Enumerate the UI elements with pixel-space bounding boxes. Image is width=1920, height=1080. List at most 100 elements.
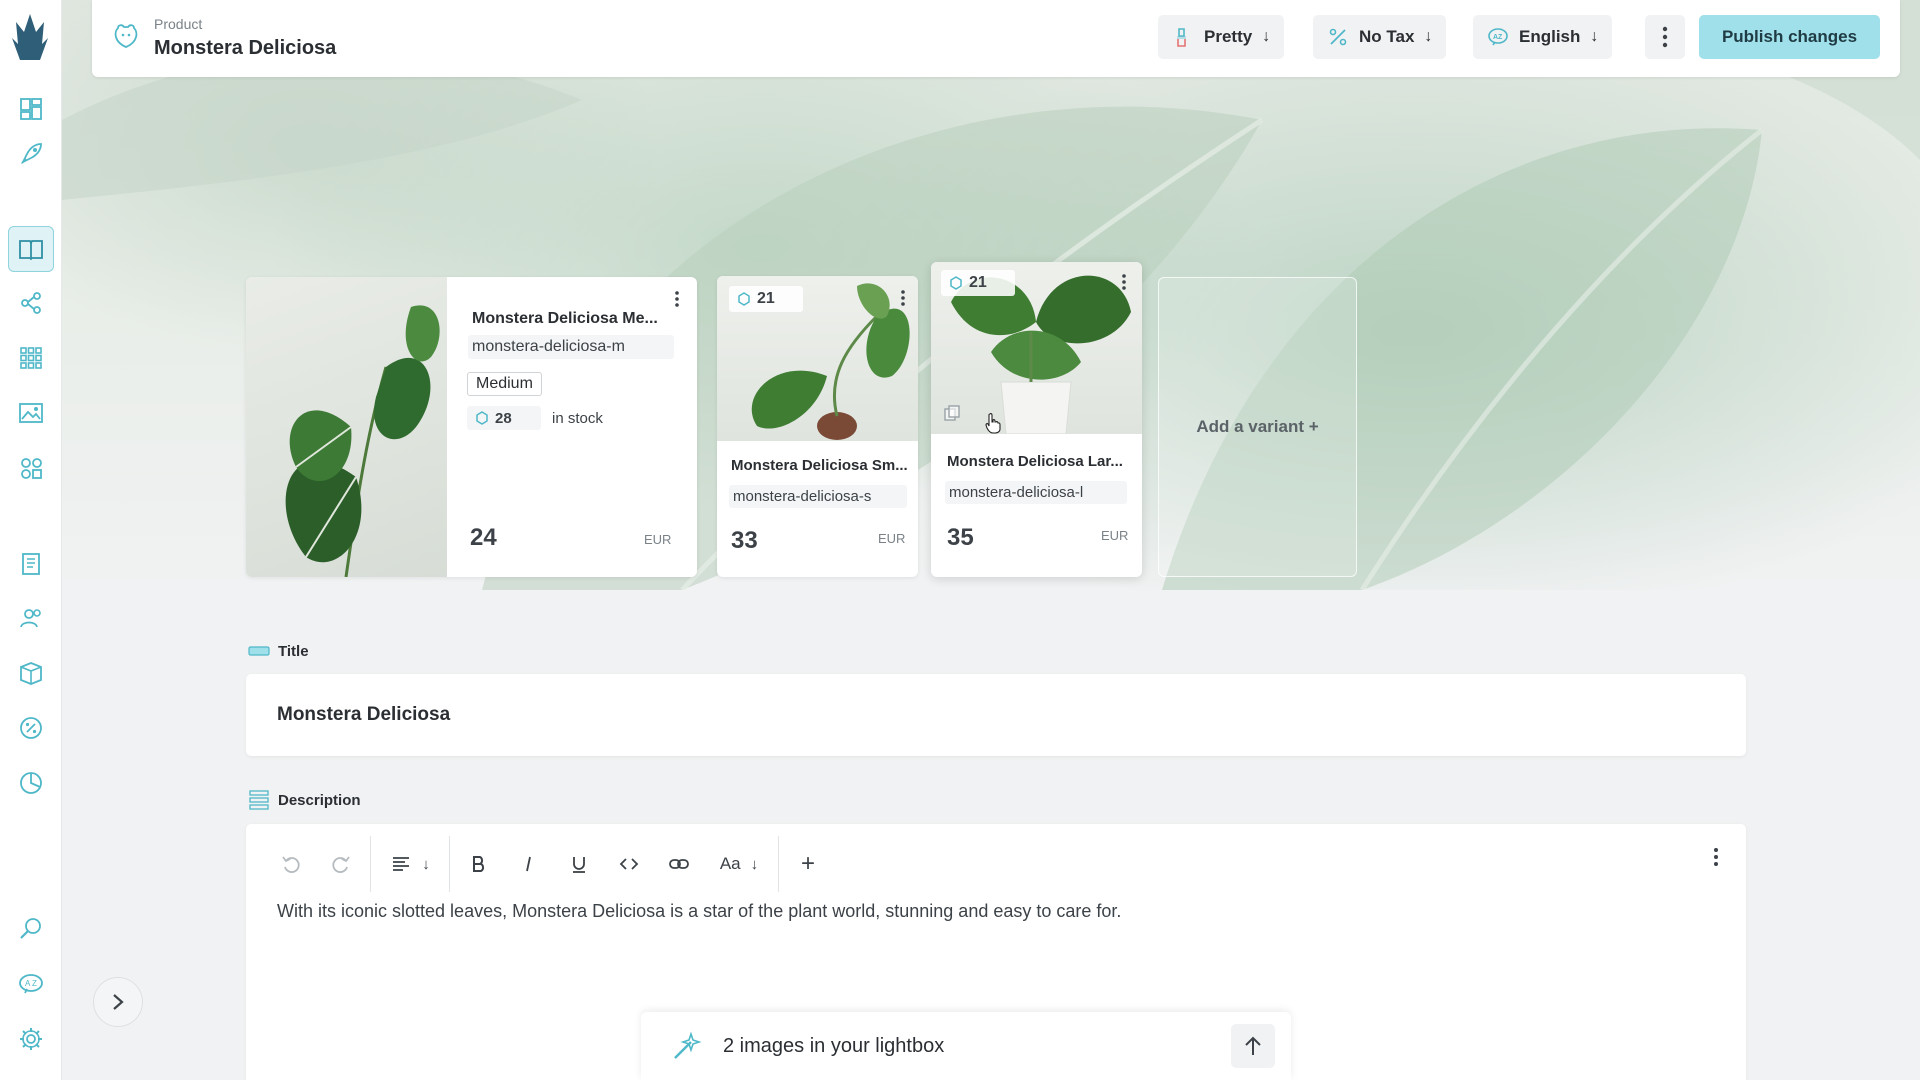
chevron-right-icon <box>113 994 124 1010</box>
bold-icon <box>473 856 485 872</box>
translate-icon: AZ <box>1488 28 1508 46</box>
svg-text:AZ: AZ <box>1493 34 1503 41</box>
variant-name: Monstera Deliciosa Sm... <box>731 457 908 474</box>
variant-price: 24 <box>470 524 497 551</box>
product-icon <box>114 24 138 48</box>
sidebar-item-grid[interactable] <box>8 335 54 381</box>
variant-card-medium[interactable]: Monstera Deliciosa Me... monstera-delici… <box>246 277 697 577</box>
monstera-plant-image <box>285 305 440 577</box>
image-icon <box>19 403 43 423</box>
align-left-icon <box>393 857 410 871</box>
arrow-up-icon <box>1245 1036 1261 1055</box>
sidebar-item-inventory[interactable] <box>8 650 54 696</box>
stock-count: 28 <box>495 409 512 427</box>
italic-icon <box>526 856 531 872</box>
variant-sku: monstera-deliciosa-m <box>468 335 674 359</box>
variant-name: Monstera Deliciosa Me... <box>472 310 658 327</box>
toolbar-divider <box>449 836 450 892</box>
page-title: Monstera Deliciosa <box>154 37 337 59</box>
variant-card-small[interactable]: 21 Monstera Deliciosa Sm... monstera-del… <box>717 276 918 577</box>
chevron-down-icon: ↓ <box>1590 28 1599 45</box>
title-label: Title <box>278 642 309 660</box>
percent-icon <box>1329 28 1347 46</box>
lightbox-expand-button[interactable] <box>1231 1024 1275 1068</box>
users-icon <box>20 609 41 628</box>
chevron-down-icon: ↓ <box>750 855 759 873</box>
format-dropdown[interactable]: Pretty ↓ <box>1158 15 1285 59</box>
sidebar-item-settings[interactable] <box>8 1016 54 1062</box>
stock-count: 21 <box>969 274 987 291</box>
underline-button[interactable] <box>554 841 604 887</box>
header-subtitle: Product <box>154 16 203 32</box>
add-variant-button[interactable]: Add a variant + <box>1158 277 1357 577</box>
redo-button[interactable] <box>316 841 366 887</box>
italic-button[interactable] <box>504 841 554 887</box>
translate-icon: AZ <box>19 974 43 994</box>
chevron-down-icon: ↓ <box>422 855 430 873</box>
insert-button[interactable]: + <box>783 841 833 887</box>
hand-cursor-icon <box>985 413 1001 434</box>
sidebar-expand-button[interactable] <box>93 977 143 1027</box>
sidebar-item-dashboard[interactable] <box>8 86 54 132</box>
sidebar-item-media[interactable] <box>8 390 54 436</box>
sidebar-item-analytics[interactable] <box>8 760 54 806</box>
language-dropdown[interactable]: AZ English ↓ <box>1473 15 1613 59</box>
redo-icon <box>332 856 350 873</box>
variant-image <box>246 277 447 577</box>
search-icon <box>20 918 41 939</box>
sidebar-item-launch[interactable] <box>8 131 54 177</box>
variant-card-large[interactable]: 21 Monstera Deliciosa Lar... monstera-de… <box>931 262 1142 577</box>
undo-button[interactable] <box>266 841 316 887</box>
chevron-down-icon: ↓ <box>1262 28 1271 45</box>
svg-text:A: A <box>25 979 31 988</box>
title-input[interactable] <box>246 674 1746 756</box>
description-text[interactable]: With its iconic slotted leaves, Monstera… <box>277 901 1121 922</box>
clipboard-icon <box>22 553 40 575</box>
sidebar-item-customers[interactable] <box>8 595 54 641</box>
rocket-icon <box>20 143 42 165</box>
format-label: Pretty <box>1204 27 1253 46</box>
kebab-menu-icon[interactable] <box>1117 272 1131 292</box>
variant-currency: EUR <box>644 532 672 547</box>
sidebar-item-search[interactable] <box>8 906 54 952</box>
chevron-down-icon: ↓ <box>1424 28 1433 45</box>
variant-currency: EUR <box>1101 528 1129 543</box>
text-field-icon <box>248 646 270 656</box>
sidebar-item-discounts[interactable] <box>8 705 54 751</box>
variant-currency: EUR <box>878 531 906 546</box>
duplicate-icon[interactable] <box>943 404 961 422</box>
sidebar-item-components[interactable] <box>8 445 54 491</box>
text-style-dropdown[interactable]: Aa ↓ <box>704 841 774 887</box>
code-button[interactable] <box>604 841 654 887</box>
description-label: Description <box>278 791 361 809</box>
sidebar-item-translations[interactable]: AZ <box>8 961 54 1007</box>
link-button[interactable] <box>654 841 704 887</box>
stock-icon <box>476 411 488 425</box>
more-options-button[interactable] <box>1645 15 1685 59</box>
lightbox-panel[interactable]: 2 images in your lightbox <box>641 1012 1291 1080</box>
variant-tag: Medium <box>467 372 542 396</box>
stock-icon <box>950 276 962 290</box>
kebab-menu-icon[interactable] <box>670 289 684 309</box>
sidebar: AZ <box>0 0 62 1080</box>
logo-icon[interactable] <box>10 12 50 62</box>
toolbar-divider <box>370 836 371 892</box>
sidebar-item-orders[interactable] <box>8 540 54 586</box>
publish-button[interactable]: Publish changes <box>1699 15 1880 59</box>
paragraph-style-dropdown[interactable]: ↓ <box>375 841 445 887</box>
shapes-icon <box>21 458 42 479</box>
editor-toolbar: ↓ Aa ↓ + <box>266 836 833 892</box>
bold-button[interactable] <box>454 841 504 887</box>
grid-icon <box>20 347 42 369</box>
sidebar-item-relations[interactable] <box>8 280 54 326</box>
book-icon <box>19 240 43 261</box>
text-style-label: Aa <box>719 854 741 873</box>
box-icon <box>20 662 42 685</box>
tax-dropdown[interactable]: No Tax ↓ <box>1313 15 1447 59</box>
stock-badge: 28 <box>467 406 541 430</box>
stock-label: in stock <box>552 410 603 427</box>
sidebar-item-catalog[interactable] <box>8 226 54 272</box>
top-header: Product Monstera Deliciosa Pretty ↓ No T… <box>92 0 1900 77</box>
kebab-menu-icon[interactable] <box>896 288 910 308</box>
editor-more-button[interactable] <box>1706 844 1726 870</box>
